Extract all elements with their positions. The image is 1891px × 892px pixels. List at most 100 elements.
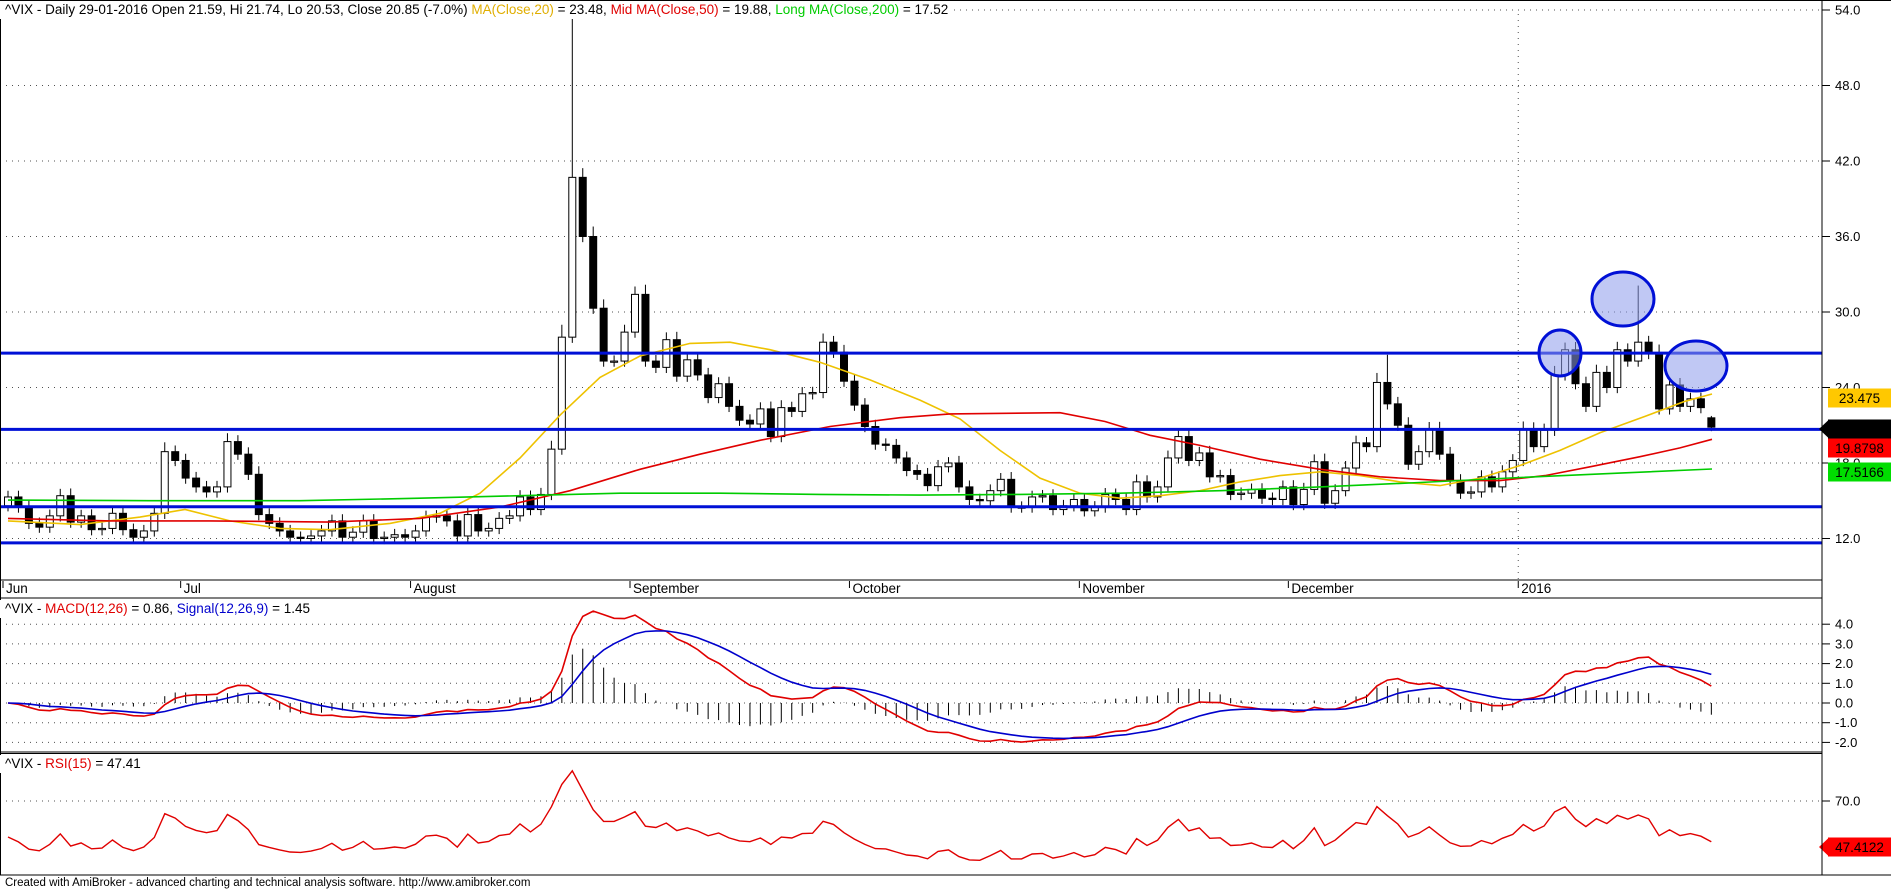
badge-value: 23.475 <box>1839 391 1880 406</box>
candle <box>380 536 389 539</box>
axis-label: 36.0 <box>1835 229 1860 244</box>
candle <box>35 522 44 528</box>
candle <box>1289 486 1298 506</box>
candle <box>1310 461 1319 490</box>
candle <box>422 516 430 532</box>
ma20-line <box>7 341 1713 531</box>
candle <box>913 470 922 475</box>
candle <box>1414 451 1423 465</box>
candle <box>484 527 493 532</box>
candle <box>1038 495 1047 498</box>
title-segment: = 47.41 <box>91 756 141 771</box>
candle <box>651 360 660 368</box>
candle <box>568 176 577 338</box>
candle <box>24 506 33 524</box>
candle <box>840 351 848 382</box>
candle <box>631 293 639 333</box>
candle <box>902 457 911 472</box>
axis-label: 4.0 <box>1835 617 1853 632</box>
candle <box>171 451 180 461</box>
month-label: September <box>633 581 700 596</box>
candle <box>892 444 901 459</box>
axis-label: 12.0 <box>1835 531 1860 546</box>
candle <box>1393 403 1402 426</box>
candle <box>860 404 869 427</box>
candle <box>4 496 12 507</box>
candle <box>401 534 410 538</box>
title-segment: Mid MA(Close,50) <box>610 2 719 17</box>
candle <box>1623 349 1632 362</box>
candle <box>192 477 201 488</box>
candle <box>1446 453 1455 482</box>
candle <box>683 359 692 377</box>
title-segment: ^VIX - <box>5 601 46 616</box>
candle <box>1184 436 1193 461</box>
x-axis: Jun Jul August September October November Dece… <box>2 581 1551 596</box>
axis-label: 2.0 <box>1835 656 1853 671</box>
annotation-ellipse <box>1663 339 1729 393</box>
candle <box>881 443 890 446</box>
study-lines <box>0 270 1822 545</box>
candle <box>1529 428 1538 448</box>
candle <box>474 514 483 532</box>
candle <box>129 529 138 538</box>
candle <box>202 486 211 493</box>
title-segment: RSI(15) <box>45 756 92 771</box>
candle <box>139 530 148 538</box>
title-segment: = 1.45 <box>268 601 311 616</box>
macd-gridlines <box>0 623 1822 743</box>
title-segment: = 17.52 <box>899 2 949 17</box>
candle <box>1216 475 1225 478</box>
candle <box>975 498 984 502</box>
candle <box>1613 349 1622 388</box>
title-segment: = 19.88, <box>718 2 776 17</box>
candle <box>463 514 472 537</box>
candle <box>819 341 828 394</box>
ma20-group <box>7 341 1713 531</box>
candle <box>505 515 514 519</box>
candle <box>1069 498 1078 507</box>
candle <box>1665 384 1674 410</box>
axis-label: 48.0 <box>1835 78 1860 93</box>
candle <box>1268 497 1277 500</box>
title-segment: = 0.86, <box>127 601 177 616</box>
footer-credit: Created with AmiBroker - advanced charti… <box>5 877 531 889</box>
chart-canvas[interactable]: Jun Jul August September October November Dece… <box>0 0 1891 892</box>
badge-value: 47.4122 <box>1835 840 1884 855</box>
candle <box>1655 353 1664 410</box>
title-segment: = 23.48, <box>553 2 611 17</box>
month-label: August <box>414 581 456 596</box>
candle <box>150 512 159 532</box>
axis-label: 0.0 <box>1835 696 1853 711</box>
candle <box>1195 452 1204 461</box>
candle <box>1205 452 1214 478</box>
candle <box>610 360 619 363</box>
candle <box>181 459 190 479</box>
candle <box>213 486 221 493</box>
candle <box>923 473 932 487</box>
axis-label: 1.0 <box>1835 676 1853 691</box>
candle <box>390 534 399 538</box>
rsi-panel-title: ^VIX - RSI(15) = 47.41 <box>0 755 147 773</box>
title-segment: MA(Close,20) <box>471 2 554 17</box>
title-segment: MACD(12,26) <box>45 601 128 616</box>
candle <box>1007 478 1016 508</box>
macd-panel-title: ^VIX - MACD(12,26) = 0.86, Signal(12,26,… <box>0 600 317 618</box>
candle <box>725 383 734 407</box>
annotation-ellipse <box>1537 328 1583 378</box>
candle <box>996 478 1005 492</box>
candle <box>1707 417 1716 428</box>
candle <box>348 531 357 538</box>
axis-label: 3.0 <box>1835 636 1853 651</box>
candle <box>1320 461 1329 504</box>
candle <box>1550 374 1559 431</box>
candle <box>1383 381 1392 405</box>
candle <box>735 405 744 421</box>
candle <box>442 515 451 522</box>
amibroker-chart-window: Jun Jul August September October November Dece… <box>0 0 1891 892</box>
candle <box>641 293 650 362</box>
candle <box>1258 488 1266 499</box>
candle <box>756 408 765 425</box>
title-segment: ^VIX - <box>5 756 46 771</box>
candle <box>45 515 54 528</box>
